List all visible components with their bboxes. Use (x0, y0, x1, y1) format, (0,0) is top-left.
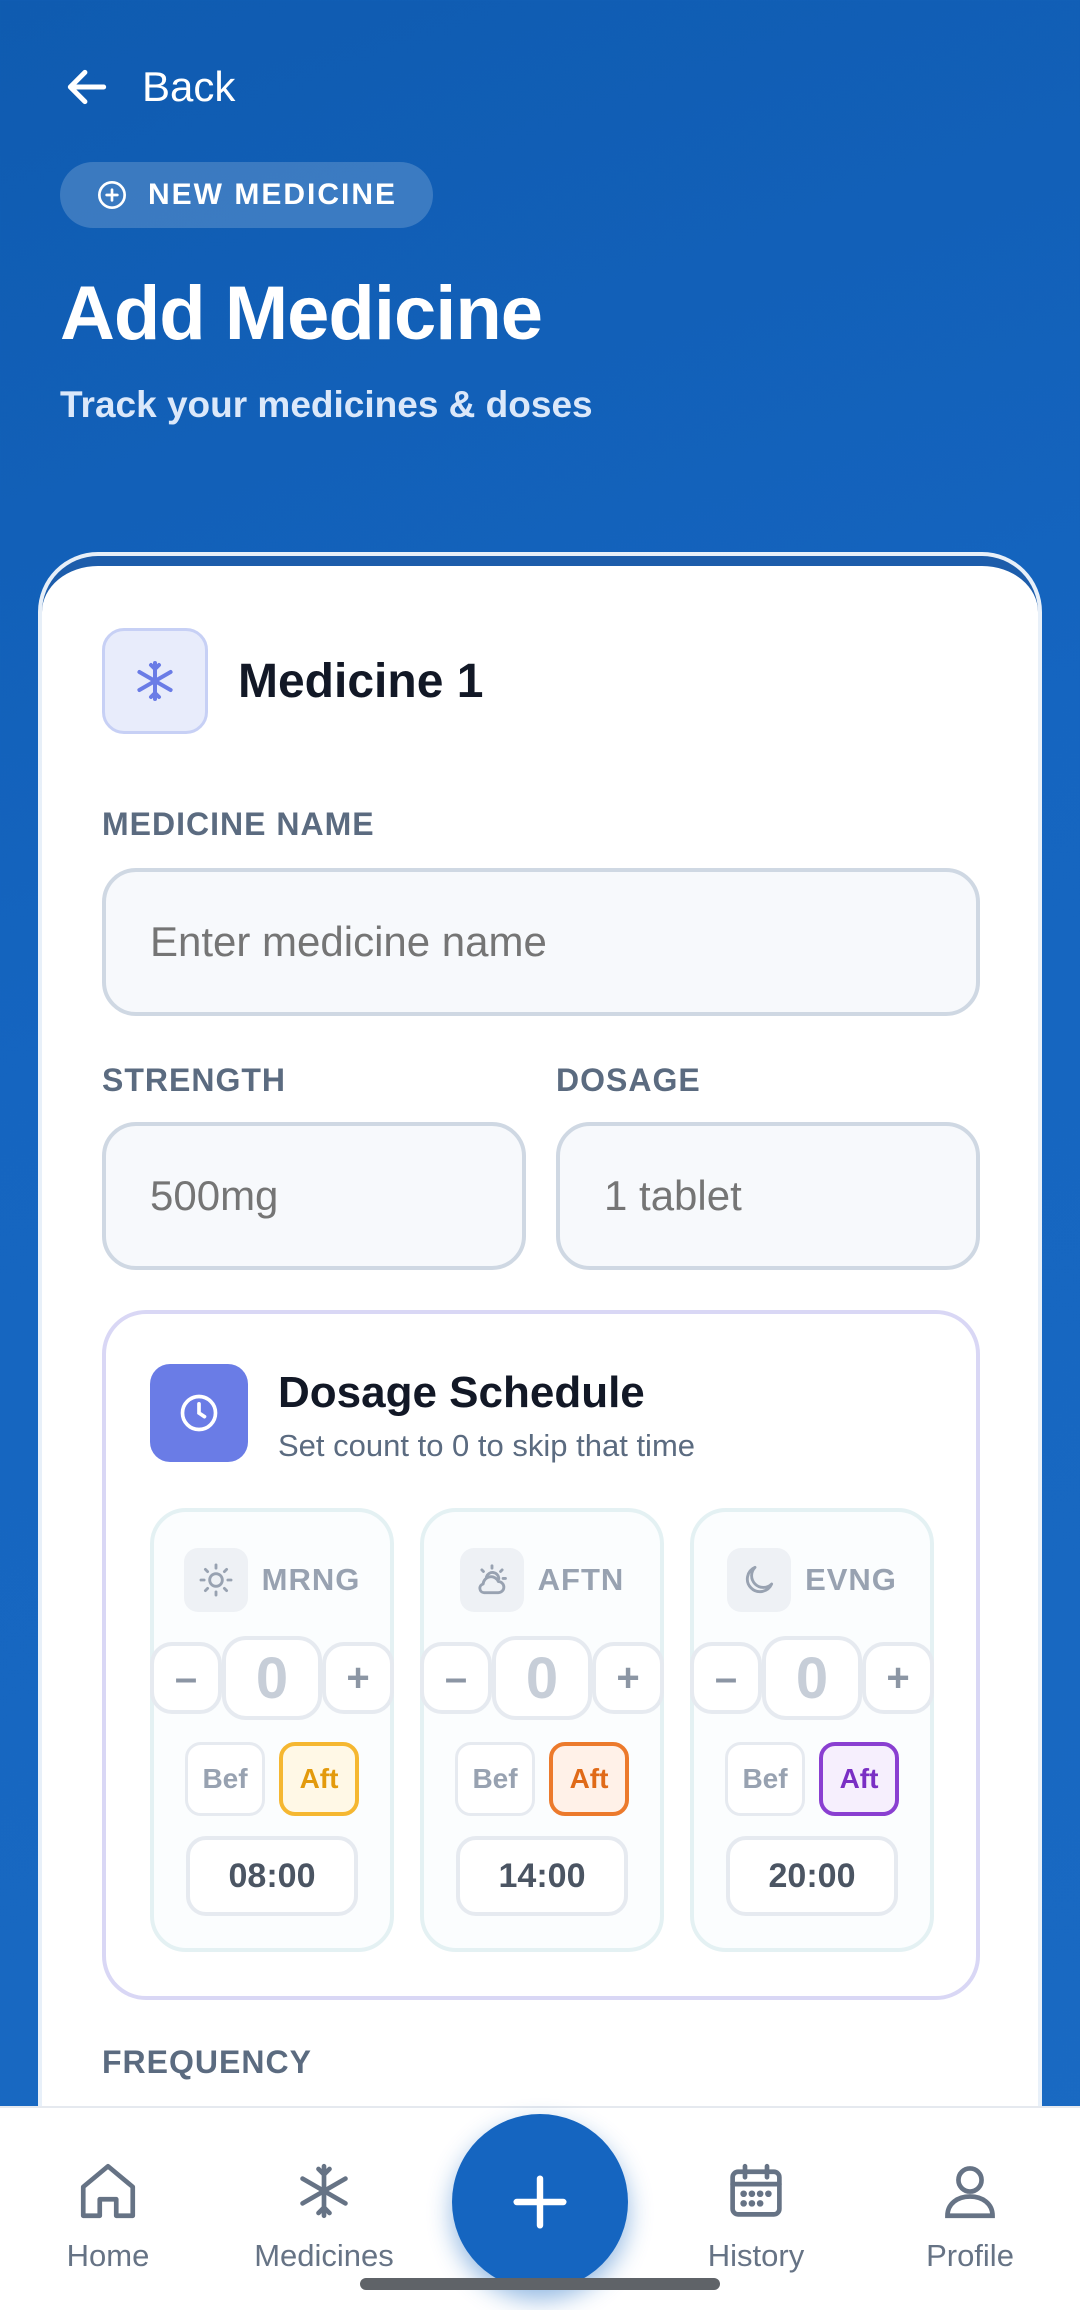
decrement-button[interactable]: – (690, 1642, 762, 1714)
time-picker[interactable]: 14:00 (456, 1836, 628, 1916)
medicine-name-label: MEDICINE NAME (102, 806, 375, 842)
time-picker[interactable]: 20:00 (726, 1836, 898, 1916)
nav-history[interactable]: History (666, 2158, 846, 2274)
user-icon (945, 2166, 995, 2219)
dosage-input[interactable] (556, 1122, 980, 1270)
medicine-name-input[interactable] (102, 868, 980, 1016)
after-food-toggle[interactable]: Aft (279, 1742, 359, 1816)
dosage-label: DOSAGE (556, 1062, 701, 1098)
nav-label: History (707, 2238, 805, 2273)
new-medicine-badge: NEW MEDICINE (60, 162, 433, 228)
increment-button[interactable]: + (322, 1642, 394, 1714)
badge-label: NEW MEDICINE (148, 178, 397, 211)
decrement-button[interactable]: – (420, 1642, 492, 1714)
before-food-toggle[interactable]: Bef (725, 1742, 805, 1816)
slot-icon-box (183, 1548, 248, 1612)
before-food-toggle[interactable]: Bef (185, 1742, 265, 1816)
home-icon (80, 2163, 136, 2219)
slot-name: EVNG (805, 1562, 897, 1597)
asterisk-icon (300, 2163, 348, 2219)
slot-icon-box (727, 1548, 792, 1612)
count-value: 0 (492, 1636, 592, 1720)
increment-button[interactable]: + (592, 1642, 664, 1714)
home-indicator (360, 2278, 720, 2290)
arrow-left-icon (67, 69, 107, 105)
after-food-toggle[interactable]: Aft (549, 1742, 629, 1816)
back-label: Back (142, 63, 236, 110)
back-button[interactable]: Back (62, 62, 235, 112)
slot-afternoon: AFTN – 0 + Bef Aft 14:00 (420, 1508, 664, 1952)
moon-icon (745, 1565, 774, 1594)
plus-circle-icon (98, 181, 126, 209)
clock-icon (180, 1394, 218, 1432)
medicine-icon-box (102, 628, 208, 734)
nav-home[interactable]: Home (18, 2158, 198, 2274)
nav-medicines[interactable]: Medicines (234, 2158, 414, 2274)
medicine-title: Medicine 1 (238, 655, 484, 708)
medicine-card: Medicine 1 MEDICINE NAME STRENGTH DOSAGE… (42, 556, 1038, 2310)
nav-label: Home (66, 2238, 150, 2273)
asterisk-icon (137, 661, 173, 701)
time-picker[interactable]: 08:00 (186, 1836, 358, 1916)
page-subtitle: Track your medicines & doses (60, 384, 593, 425)
decrement-button[interactable]: – (150, 1642, 222, 1714)
slot-morning: MRNG – 0 + Bef Aft 08:00 (150, 1508, 394, 1952)
slot-evening: EVNG – 0 + Bef Aft 20:00 (690, 1508, 934, 1952)
page-title: Add Medicine (60, 271, 543, 356)
before-food-toggle[interactable]: Bef (455, 1742, 535, 1816)
sun-icon (199, 1563, 233, 1597)
strength-label: STRENGTH (102, 1062, 286, 1098)
clock-icon-box (150, 1364, 248, 1462)
plus-icon (513, 2175, 567, 2229)
count-value: 0 (222, 1636, 322, 1720)
nav-profile[interactable]: Profile (880, 2158, 1060, 2274)
slot-name: AFTN (537, 1562, 625, 1597)
schedule-title: Dosage Schedule (278, 1368, 645, 1417)
nav-label: Medicines (254, 2238, 394, 2273)
strength-input[interactable] (102, 1122, 526, 1270)
add-button[interactable] (452, 2114, 628, 2290)
calendar-icon (730, 2163, 782, 2217)
nav-label: Profile (926, 2238, 1014, 2273)
schedule-subtitle: Set count to 0 to skip that time (278, 1428, 696, 1463)
frequency-label: FREQUENCY (102, 2044, 312, 2080)
slot-icon-box (459, 1548, 524, 1612)
dosage-schedule: Dosage Schedule Set count to 0 to skip t… (102, 1310, 980, 2000)
cloud-sun-icon (478, 1564, 507, 1595)
after-food-toggle[interactable]: Aft (819, 1742, 899, 1816)
increment-button[interactable]: + (862, 1642, 934, 1714)
slot-name: MRNG (261, 1562, 361, 1597)
count-value: 0 (762, 1636, 862, 1720)
